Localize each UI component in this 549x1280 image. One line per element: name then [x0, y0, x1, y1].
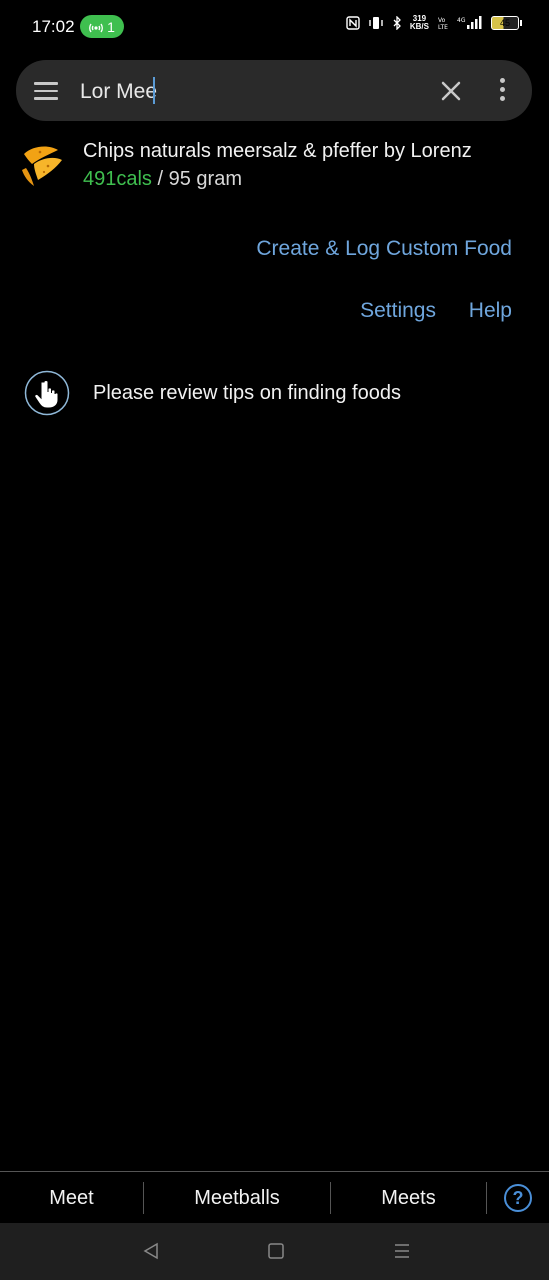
home-square-icon[interactable]	[264, 1239, 288, 1263]
suggestion-item[interactable]: Meets	[331, 1187, 486, 1210]
svg-text:Vo: Vo	[438, 17, 446, 24]
svg-text:4G: 4G	[457, 17, 466, 24]
search-input[interactable]	[78, 75, 422, 109]
food-separator: /	[151, 168, 169, 190]
volte-icon: Vo LTE	[438, 17, 448, 30]
hamburger-menu-icon[interactable]	[34, 82, 60, 100]
text-cursor	[153, 77, 155, 104]
suggestion-divider	[486, 1182, 487, 1214]
net-speed-unit: KB/S	[409, 22, 429, 31]
status-icons: 319 KB/S Vo LTE 4G 45	[346, 15, 522, 31]
food-name: Chips naturals meersalz & pfeffer by Lor…	[83, 140, 472, 162]
food-result-item[interactable]: Chips naturals meersalz & pfeffer by Lor…	[0, 132, 549, 202]
create-custom-food-link[interactable]: Create & Log Custom Food	[256, 237, 512, 261]
svg-text:LTE: LTE	[438, 24, 448, 30]
search-bar	[16, 60, 532, 121]
food-meta: 491cals / 95 gram	[83, 168, 242, 191]
hotspot-indicator: 1	[80, 15, 124, 38]
net-speed: 319 KB/S	[410, 15, 429, 31]
suggestion-item[interactable]: Meet	[0, 1187, 143, 1210]
more-vert-icon[interactable]	[496, 78, 508, 104]
pointing-hand-icon	[24, 370, 70, 416]
vibrate-icon	[369, 17, 383, 29]
keyboard-suggestion-bar: Meet Meetballs Meets ?	[0, 1171, 549, 1224]
food-calories: 491cals	[83, 168, 152, 190]
tips-text: Please review tips on finding foods	[93, 382, 401, 404]
help-link[interactable]: Help	[469, 299, 512, 323]
chips-icon	[22, 146, 62, 186]
signal-4g-icon: 4G	[457, 16, 482, 29]
food-serving: 95 gram	[168, 168, 242, 190]
tips-row[interactable]: Please review tips on finding foods	[24, 370, 524, 418]
back-triangle-icon[interactable]	[139, 1239, 163, 1263]
system-nav-bar	[0, 1223, 549, 1280]
hotspot-icon	[89, 23, 104, 32]
suggestion-item[interactable]: Meetballs	[144, 1187, 330, 1210]
close-icon[interactable]	[438, 78, 464, 104]
hotspot-count: 1	[107, 18, 115, 35]
status-time: 17:02	[32, 17, 75, 36]
battery-icon: 45	[491, 16, 522, 30]
bluetooth-icon	[393, 16, 401, 30]
question-circle-icon[interactable]: ?	[504, 1184, 532, 1212]
nfc-icon	[346, 16, 360, 30]
settings-link[interactable]: Settings	[360, 299, 436, 323]
status-bar: 17:02 1 319 KB/S Vo LTE 4G 45	[0, 0, 549, 56]
recents-menu-icon[interactable]	[390, 1239, 414, 1263]
